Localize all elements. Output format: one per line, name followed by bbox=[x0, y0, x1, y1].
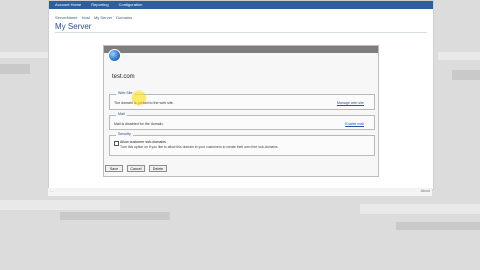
mail-text: Mail is disabled for the domain. bbox=[114, 122, 164, 126]
background-block bbox=[360, 204, 480, 214]
background-block bbox=[438, 52, 480, 60]
dialog-buttons: Save Cancel Delete bbox=[105, 165, 167, 172]
breadcrumb-item[interactable]: My Server bbox=[94, 15, 112, 20]
allow-subdomains-label: Allow customer sub-domains bbox=[120, 140, 166, 144]
background-block bbox=[0, 52, 48, 58]
top-navigation: Account Home Reporting Configuration bbox=[49, 1, 433, 9]
mouse-cursor-highlight bbox=[131, 90, 147, 106]
security-section: Security Allow customer sub-domains Turn… bbox=[109, 132, 375, 156]
enable-mail-link[interactable]: Enable mail bbox=[345, 122, 364, 126]
nav-reporting[interactable]: Reporting bbox=[91, 1, 108, 9]
breadcrumb: ServerName Host My Server Domains bbox=[55, 15, 135, 20]
background-block bbox=[0, 64, 30, 74]
background-block bbox=[396, 222, 480, 230]
domain-dialog: test.com Web Site The domain is parked t… bbox=[103, 45, 379, 177]
page-footer: ... About bbox=[48, 188, 432, 196]
manage-web-site-link[interactable]: Manage web site bbox=[337, 101, 364, 105]
dialog-header bbox=[104, 46, 378, 53]
allow-subdomains-description: Turn this option on if you like to allow… bbox=[120, 145, 279, 149]
web-site-section: Web Site The domain is parked to the web… bbox=[109, 91, 375, 110]
mail-section: Mail Mail is disabled for the domain. En… bbox=[109, 112, 375, 130]
breadcrumb-item[interactable]: Domains bbox=[116, 15, 132, 20]
breadcrumb-item[interactable]: Host bbox=[82, 15, 90, 20]
nav-configuration[interactable]: Configuration bbox=[119, 1, 143, 9]
cancel-button[interactable]: Cancel bbox=[127, 165, 145, 172]
delete-button[interactable]: Delete bbox=[149, 165, 167, 172]
page-content: Account Home Reporting Configuration Ser… bbox=[48, 0, 434, 190]
title-divider bbox=[55, 32, 427, 33]
background-block bbox=[60, 212, 170, 220]
breadcrumb-item[interactable]: ServerName bbox=[55, 15, 77, 20]
page-title: My Server bbox=[55, 22, 92, 31]
domain-name: test.com bbox=[112, 74, 135, 80]
save-button[interactable]: Save bbox=[105, 165, 123, 172]
background-block bbox=[452, 70, 480, 80]
mail-label: Mail bbox=[116, 112, 127, 116]
globe-icon bbox=[108, 49, 121, 62]
footer-about-link[interactable]: About bbox=[421, 189, 430, 193]
background-block bbox=[0, 200, 120, 210]
nav-account-home[interactable]: Account Home bbox=[55, 1, 81, 9]
allow-subdomains-checkbox[interactable] bbox=[114, 141, 119, 146]
security-label: Security bbox=[116, 132, 133, 136]
footer-left-text: ... bbox=[50, 189, 53, 193]
